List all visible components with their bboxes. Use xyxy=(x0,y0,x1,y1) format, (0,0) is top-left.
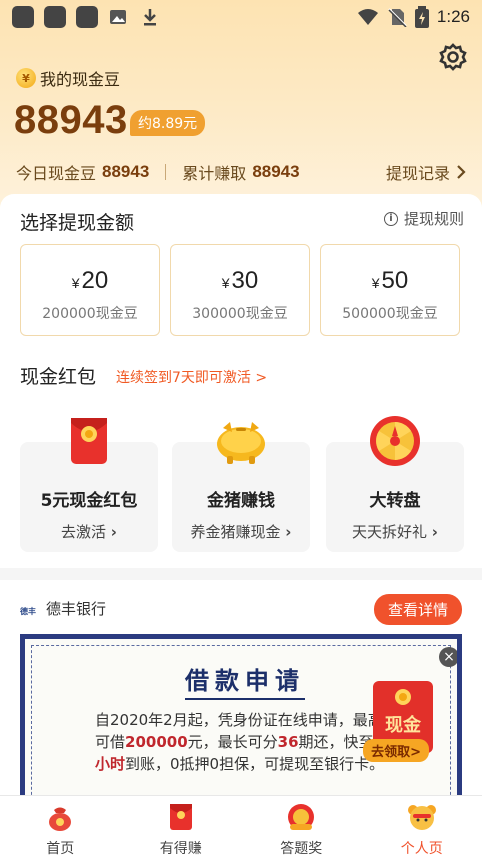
bottom-nav: 首页 有得赚 答题奖 个人页 xyxy=(0,795,482,856)
info-icon: i xyxy=(383,211,398,226)
amount-beans: 200000现金豆 xyxy=(42,306,138,322)
nav-home[interactable]: 首页 xyxy=(0,796,121,856)
today-beans-value: 88943 xyxy=(102,162,150,181)
bean-stats-row: 今日现金豆 88943 累计赚取 88943 提现记录 xyxy=(16,160,468,184)
quiz-lantern-icon xyxy=(288,804,315,830)
amount-value: 50 xyxy=(381,267,409,294)
bank-ad-card[interactable]: 德丰 德丰银行 查看详情 借款申请 自2020年2月起，凭身份证在线申请，最高可… xyxy=(0,580,482,795)
withdraw-record-link[interactable]: 提现记录 xyxy=(386,160,468,184)
notification-icon xyxy=(44,6,66,28)
mascot-avatar-icon xyxy=(407,805,436,830)
notification-icon xyxy=(12,6,34,28)
loan-period: 36 xyxy=(277,733,299,751)
feature-title: 5元现金红包 xyxy=(40,491,138,511)
nav-label: 答题奖 xyxy=(280,841,323,856)
total-earned-label: 累计赚取 xyxy=(182,164,247,183)
feature-subtitle: 天天拆好礼 › xyxy=(352,523,438,541)
red-packet-icon xyxy=(71,418,107,464)
cash-bean-title-row: ¥ 我的现金豆 xyxy=(16,66,120,90)
notification-icon xyxy=(76,6,98,28)
close-icon[interactable]: × xyxy=(439,647,457,667)
sign-in-hint-link[interactable]: 连续签到7天即可激活 > xyxy=(116,367,267,387)
withdraw-rules-label: 提现规则 xyxy=(403,210,464,228)
bean-balance: 88943 xyxy=(14,98,128,142)
approx-value-badge: 约8.89元 xyxy=(130,110,206,136)
clock: 1:26 xyxy=(436,7,470,26)
nav-label: 个人页 xyxy=(400,841,443,856)
chevron-right-icon xyxy=(457,165,466,179)
status-bar: 1:26 xyxy=(0,0,482,34)
currency-symbol: ¥ xyxy=(371,275,380,291)
amount-value: 20 xyxy=(81,267,109,294)
today-beans-label: 今日现金豆 xyxy=(16,164,97,183)
currency-symbol: ¥ xyxy=(221,275,230,291)
withdraw-rules-link[interactable]: i 提现规则 xyxy=(383,208,464,229)
red-envelope-icon xyxy=(169,804,192,830)
red-packet-section-title: 现金红包 xyxy=(20,366,97,388)
amount-value: 30 xyxy=(231,267,259,294)
no-sim-icon xyxy=(388,8,407,27)
view-details-button[interactable]: 查看详情 xyxy=(373,594,462,625)
money-bag-icon xyxy=(49,807,72,831)
coin-icon: ¥ xyxy=(16,68,36,88)
battery-icon xyxy=(414,6,429,28)
loan-amount: 200000 xyxy=(125,733,188,751)
cash-bean-title: 我的现金豆 xyxy=(40,70,121,89)
download-icon xyxy=(140,7,160,27)
loan-title: 借款申请 xyxy=(185,661,305,700)
loan-description: 自2020年2月起，凭身份证在线申请，最高可借200000元，最长可分36期还，… xyxy=(95,711,385,773)
settings-gear-icon[interactable] xyxy=(438,42,468,72)
amount-option-50[interactable]: ¥50 500000现金豆 xyxy=(320,244,460,336)
feature-title: 大转盘 xyxy=(369,491,421,511)
withdraw-record-label: 提现记录 xyxy=(385,164,450,183)
nav-earn[interactable]: 有得赚 xyxy=(121,796,242,856)
bank-name: 德丰银行 xyxy=(46,600,107,618)
lucky-wheel-icon xyxy=(370,416,420,466)
nav-label: 首页 xyxy=(46,841,75,856)
amount-option-20[interactable]: ¥20 200000现金豆 xyxy=(20,244,160,336)
feature-subtitle: 去激活 › xyxy=(61,523,117,541)
badge-text: 现金 xyxy=(385,715,421,736)
bank-logo: 德丰 xyxy=(20,607,36,616)
nav-profile[interactable]: 个人页 xyxy=(362,796,482,856)
feature-title: 金猪赚钱 xyxy=(207,491,275,511)
total-earned-value: 88943 xyxy=(252,162,300,181)
currency-symbol: ¥ xyxy=(71,275,80,291)
wifi-icon xyxy=(357,9,378,25)
stats-divider xyxy=(165,164,167,180)
withdraw-section-title: 选择提现金额 xyxy=(20,212,135,234)
feature-subtitle: 养金猪赚现金 › xyxy=(190,523,292,541)
coin-icon xyxy=(395,689,411,705)
amount-beans: 300000现金豆 xyxy=(192,306,288,322)
image-icon xyxy=(108,7,128,27)
loan-ad-banner[interactable]: 借款申请 自2020年2月起，凭身份证在线申请，最高可借200000元，最长可分… xyxy=(20,634,462,795)
amount-option-30[interactable]: ¥30 300000现金豆 xyxy=(170,244,310,336)
golden-pig-icon xyxy=(217,422,265,464)
nav-label: 有得赚 xyxy=(159,841,202,856)
amount-beans: 500000现金豆 xyxy=(342,306,438,322)
claim-button[interactable]: 去领取> xyxy=(363,739,429,762)
nav-quiz[interactable]: 答题奖 xyxy=(241,796,362,856)
withdraw-card: 选择提现金额 i 提现规则 ¥20 200000现金豆 ¥30 300000现金… xyxy=(0,194,482,568)
